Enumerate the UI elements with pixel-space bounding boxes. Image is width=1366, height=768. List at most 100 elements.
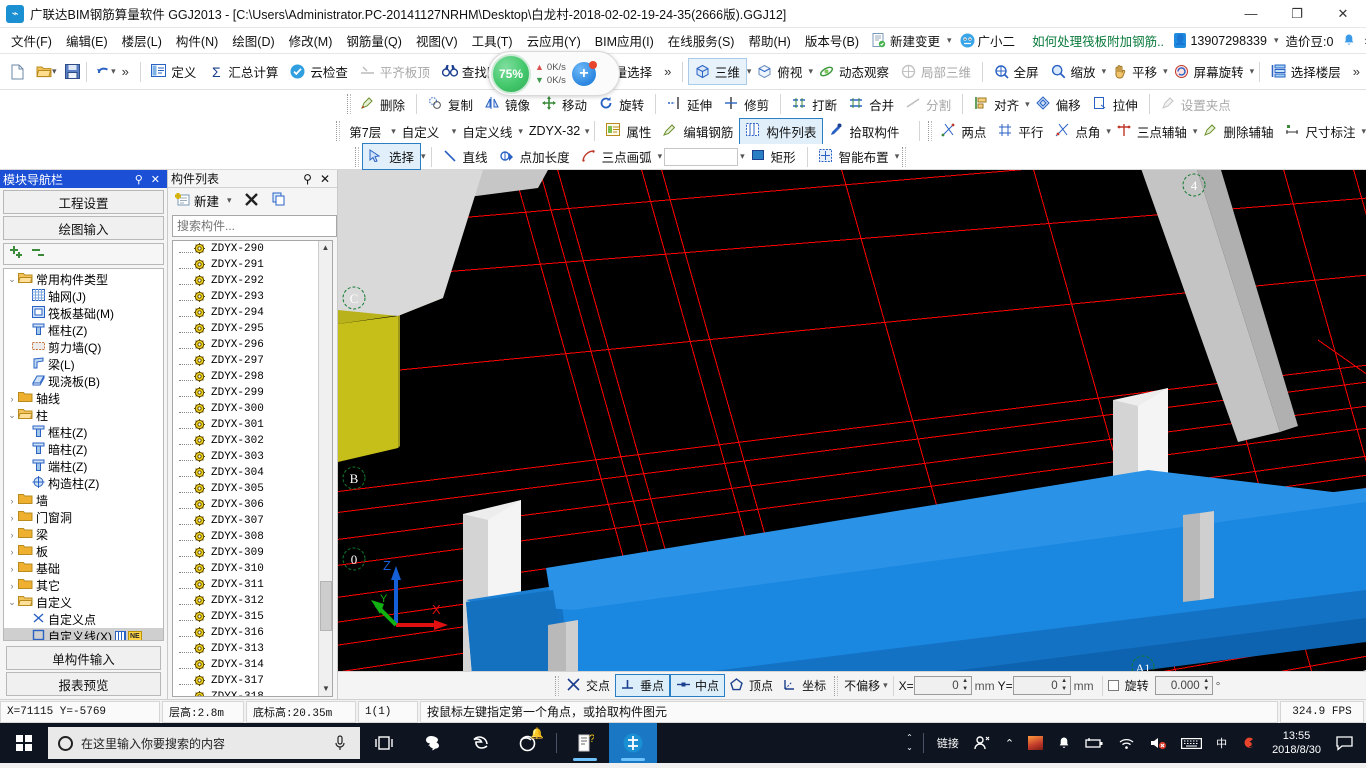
- task-view-icon[interactable]: [360, 723, 408, 763]
- nav-tree-item[interactable]: 端柱(Z): [4, 458, 163, 475]
- network-speed-widget[interactable]: 75% ▲ ▼ 0K/s 0K/s +: [488, 51, 620, 96]
- chevron-down-icon[interactable]: ⌄: [6, 274, 18, 285]
- component-list-button[interactable]: 构件列表: [739, 117, 824, 145]
- rotate-checkbox[interactable]: [1107, 680, 1119, 691]
- floor-selector[interactable]: 第7层: [343, 119, 391, 144]
- component-list-item[interactable]: ZDYX-291: [173, 257, 332, 273]
- offset-mode-chevron-down-icon[interactable]: ▾: [883, 680, 888, 691]
- nav-tree-item[interactable]: › 门窗洞: [4, 509, 163, 526]
- arc-chevron-down-icon[interactable]: ▾: [658, 151, 663, 162]
- notes-icon[interactable]: ?: [561, 723, 609, 763]
- rotate-input[interactable]: 0.000 ▲ ▼: [1154, 676, 1213, 695]
- menu-member[interactable]: 构件(N): [169, 28, 225, 53]
- merge-button[interactable]: 合并: [843, 92, 900, 117]
- fullscreen-button[interactable]: 全屏: [988, 59, 1045, 84]
- x-offset-input[interactable]: 0 ▲ ▼: [913, 676, 972, 695]
- chevron-right-icon[interactable]: ›: [6, 530, 18, 540]
- close-button[interactable]: ✕: [1320, 0, 1366, 28]
- account-phone[interactable]: 13907298339: [1186, 31, 1273, 51]
- nav-tree-item[interactable]: › 墙: [4, 492, 163, 509]
- align-button[interactable]: 对齐: [968, 92, 1025, 117]
- nav-tree-item[interactable]: 自定义点: [4, 611, 163, 628]
- top-view-button[interactable]: 俯视: [751, 59, 808, 84]
- x-spinner[interactable]: ▲ ▼: [961, 678, 970, 693]
- promo-link[interactable]: 如何处理筏板附加钢筋..: [1022, 31, 1174, 50]
- maximize-button[interactable]: ❐: [1274, 0, 1320, 28]
- component-list-item[interactable]: ZDYX-297: [173, 353, 332, 369]
- bell-icon[interactable]: [1050, 723, 1078, 763]
- menu-rebar[interactable]: 钢筋量(Q): [339, 28, 409, 53]
- links-label[interactable]: 链接: [930, 723, 966, 763]
- nav-tree-item[interactable]: 框柱(Z): [4, 424, 163, 441]
- open-file-icon[interactable]: [36, 64, 52, 80]
- three-point-axis-button[interactable]: 三点辅轴: [1111, 119, 1193, 144]
- sogou-icon[interactable]: [1234, 723, 1264, 763]
- smart-layout-chevron-down-icon[interactable]: ▾: [895, 151, 900, 162]
- menu-edit[interactable]: 编辑(E): [59, 28, 115, 53]
- nav-tree-item[interactable]: 轴网(J): [4, 288, 163, 305]
- taskbar-clock[interactable]: 13:55 2018/8/30: [1264, 729, 1329, 757]
- line-tool-button[interactable]: 直线: [437, 144, 494, 169]
- dynamic-observe-button[interactable]: 动态观察: [813, 59, 895, 84]
- screen-rotate-chevron-down-icon[interactable]: ▾: [1250, 66, 1255, 77]
- component-list-item[interactable]: ZDYX-309: [173, 545, 332, 561]
- delete-axis-button[interactable]: 删除辅轴: [1197, 119, 1279, 144]
- new-file-icon[interactable]: [10, 64, 26, 80]
- undo-icon[interactable]: [95, 64, 111, 80]
- component-list-item[interactable]: ZDYX-294: [173, 305, 332, 321]
- menu-file[interactable]: 文件(F): [4, 28, 59, 53]
- nav-tree-item[interactable]: › 基础: [4, 560, 163, 577]
- chat-icon[interactable]: [408, 723, 456, 763]
- ime-indicator[interactable]: 中: [1209, 723, 1234, 763]
- component-list-item[interactable]: ZDYX-314: [173, 657, 332, 673]
- component-list-item[interactable]: ZDYX-302: [173, 433, 332, 449]
- component-list-item[interactable]: ZDYX-317: [173, 673, 332, 689]
- chevron-right-icon[interactable]: ›: [6, 547, 18, 557]
- select-floor-button[interactable]: 选择楼层: [1265, 59, 1347, 84]
- y-spinner[interactable]: ▲ ▼: [1060, 678, 1069, 693]
- microphone-icon[interactable]: [334, 735, 350, 751]
- component-list-item[interactable]: ZDYX-293: [173, 289, 332, 305]
- action-center-icon[interactable]: [1329, 723, 1360, 763]
- quick-toolbar-overflow-2[interactable]: »: [658, 64, 677, 79]
- expand-all-icon[interactable]: [8, 246, 24, 262]
- component-list-item[interactable]: ZDYX-304: [173, 465, 332, 481]
- rectangle-tool-button[interactable]: 矩形: [745, 144, 802, 169]
- component-list-item[interactable]: ZDYX-303: [173, 449, 332, 465]
- snap-intersection-button[interactable]: 交点: [562, 675, 615, 696]
- new-change-button[interactable]: 新建变更: [888, 28, 947, 53]
- scrollbar-thumb[interactable]: [320, 581, 332, 631]
- menu-bim[interactable]: BIM应用(I): [588, 28, 661, 53]
- offset-button[interactable]: 偏移: [1030, 92, 1087, 117]
- taskbar-search-box[interactable]: 在这里输入你要搜索的内容: [48, 727, 360, 759]
- extend-button[interactable]: 延伸: [661, 92, 718, 117]
- summary-calc-button[interactable]: Σ 汇总计算: [202, 59, 284, 84]
- single-member-input-button[interactable]: 单构件输入: [6, 646, 161, 670]
- snap-vertex-button[interactable]: 顶点: [725, 675, 778, 696]
- tray-scroll-arrows[interactable]: ⌃ ⌄: [902, 733, 917, 753]
- nav-tree-item[interactable]: ⌄ 常用构件类型: [4, 271, 163, 288]
- new-component-icon[interactable]: [174, 192, 190, 208]
- member-chevron-down-icon[interactable]: ▾: [585, 126, 590, 137]
- pin-icon[interactable]: ⚲: [131, 173, 147, 186]
- draw-style-combo[interactable]: [664, 147, 739, 166]
- volume-muted-icon[interactable]: [1142, 723, 1174, 763]
- nav-tree-item[interactable]: 暗柱(Z): [4, 441, 163, 458]
- bell-icon[interactable]: [1342, 33, 1358, 49]
- viewport-3d[interactable]: C B 0 4 A1 Z X Y 交点 垂点 中点 顶点 坐标 不偏移 ▾ X=…: [338, 170, 1366, 699]
- chevron-up-icon[interactable]: ⌃: [906, 733, 913, 743]
- new-change-chevron-down-icon[interactable]: ▾: [947, 35, 952, 46]
- component-items-list[interactable]: ZDYX-290 ZDYX-291 ZDYX-292 ZDYX-293 ZDYX-294…: [172, 240, 333, 697]
- pick-component-button[interactable]: 拾取构件: [823, 119, 905, 144]
- component-list-item[interactable]: ZDYX-306: [173, 497, 332, 513]
- menu-view[interactable]: 视图(V): [409, 28, 465, 53]
- menu-modify[interactable]: 修改(M): [282, 28, 340, 53]
- nav-tree-item[interactable]: › 其它: [4, 577, 163, 594]
- chevron-right-icon[interactable]: ›: [6, 581, 18, 591]
- offset-mode-value[interactable]: 不偏移: [841, 677, 883, 694]
- nav-tree-item[interactable]: › 梁: [4, 526, 163, 543]
- parallel-axis-button[interactable]: 平行: [992, 119, 1049, 144]
- project-settings-button[interactable]: 工程设置: [3, 190, 164, 214]
- break-button[interactable]: 打断: [786, 92, 843, 117]
- nav-tree-item[interactable]: 筏板基础(M): [4, 305, 163, 322]
